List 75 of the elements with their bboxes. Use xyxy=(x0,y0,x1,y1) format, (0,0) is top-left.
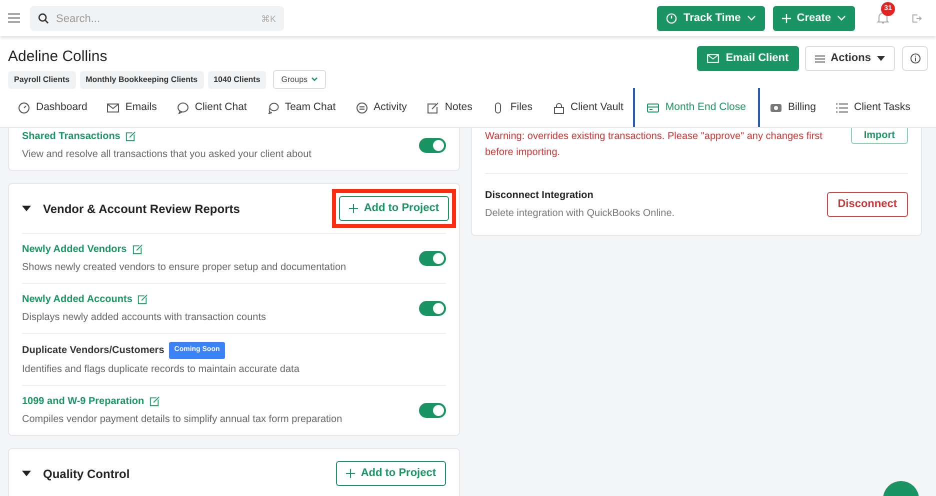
client-tag: Payroll Clients xyxy=(8,70,76,88)
toggle-switch[interactable] xyxy=(419,138,446,153)
plus-icon xyxy=(348,204,358,213)
logout-icon[interactable] xyxy=(911,12,922,24)
edit-icon xyxy=(132,244,143,255)
section-description: Delete integration with QuickBooks Online. xyxy=(485,207,676,221)
report-description: Displays newly added accounts with transaction counts xyxy=(22,311,268,325)
client-tag: 1040 Clients xyxy=(208,70,266,88)
edit-icon xyxy=(137,294,148,305)
tab[interactable]: Client Chat xyxy=(166,88,257,127)
report-title: Duplicate Vendors/Customers xyxy=(22,344,164,358)
caret-down-icon xyxy=(22,204,31,213)
menu-icon[interactable] xyxy=(8,13,20,23)
report-link[interactable]: Shared Transactions xyxy=(22,129,120,144)
report-link[interactable]: Newly Added Vendors xyxy=(22,242,127,257)
groups-button[interactable]: Groups xyxy=(273,70,326,89)
info-button[interactable] xyxy=(902,46,928,71)
tab[interactable]: Billing xyxy=(760,88,826,127)
toggle-switch[interactable] xyxy=(419,251,446,266)
caret-icon xyxy=(310,77,318,82)
add-to-project-button[interactable]: Add to Project xyxy=(336,461,446,486)
banknote-icon xyxy=(770,102,782,114)
shortcut-hint: ⌘K xyxy=(260,12,276,26)
mail-icon xyxy=(107,102,120,114)
report-link[interactable]: 1099 and W-9 Preparation xyxy=(22,394,144,408)
list-circle-icon xyxy=(356,102,368,114)
disconnect-button[interactable]: Disconnect xyxy=(826,192,908,217)
toggle-switch[interactable] xyxy=(419,402,446,418)
caret-icon xyxy=(877,56,885,61)
search-icon xyxy=(38,12,49,24)
report-description: Compiles vendor payment details to simplify annual tax form preparation xyxy=(22,412,344,426)
tab[interactable]: Files xyxy=(482,88,542,127)
create-button[interactable]: Create xyxy=(772,6,855,30)
report-description: View and resolve all transactions that you asked your client about xyxy=(22,148,312,162)
tab[interactable]: Dashboard xyxy=(8,88,98,127)
report-description: Identifies and flags duplicate records to maintain accurate data xyxy=(22,362,300,376)
speech-bubble-icon xyxy=(176,102,189,114)
chevron-icon xyxy=(837,15,846,21)
report-link[interactable]: Newly Added Accounts xyxy=(22,292,132,307)
client-tag: Monthly Bookkeeping Clients xyxy=(80,70,204,88)
card-icon xyxy=(647,102,660,114)
lock-icon xyxy=(552,102,564,114)
report-description: Shows newly created vendors to ensure proper setup and documentation xyxy=(22,261,348,275)
speech-bubbles-icon xyxy=(266,102,279,114)
clock-icon xyxy=(666,12,678,24)
section-toggle[interactable]: Quality Control xyxy=(22,464,130,482)
toggle-switch[interactable] xyxy=(419,301,446,316)
tab[interactable]: Activity xyxy=(346,88,417,127)
chevron-icon xyxy=(746,15,756,21)
edit-icon xyxy=(125,131,136,142)
tab[interactable]: Client Vault xyxy=(542,88,634,127)
section-title: Disconnect Integration xyxy=(485,189,594,203)
caret-down-icon xyxy=(22,469,31,478)
warning-text: Warning: overrides existing transactions. Please "approve" any changes first before importing. xyxy=(485,130,824,160)
client-name: Adeline Collins xyxy=(8,48,108,66)
actions-button[interactable]: Actions xyxy=(804,46,895,71)
info-icon xyxy=(910,53,920,64)
tab[interactable]: Client Tasks xyxy=(826,88,920,127)
bell-icon[interactable] xyxy=(877,11,889,24)
add-to-project-button[interactable]: Add to Project xyxy=(338,196,449,221)
section-toggle[interactable]: Vendor & Account Review Reports xyxy=(22,200,240,218)
email-client-button[interactable]: Email Client xyxy=(696,46,799,71)
track-time-button[interactable]: Track Time xyxy=(657,6,765,30)
list-icon xyxy=(814,54,825,62)
mail-icon xyxy=(706,54,719,63)
tab[interactable]: Emails xyxy=(97,88,167,127)
task-list-icon xyxy=(836,102,848,114)
plus-icon xyxy=(782,14,791,22)
tab[interactable]: Notes xyxy=(416,88,482,127)
import-button[interactable]: Import xyxy=(850,128,908,144)
tab[interactable]: Team Chat xyxy=(256,88,346,127)
gauge-icon xyxy=(18,102,30,114)
edit-icon xyxy=(149,396,160,406)
plus-icon xyxy=(346,469,355,478)
edit-icon xyxy=(426,102,439,114)
